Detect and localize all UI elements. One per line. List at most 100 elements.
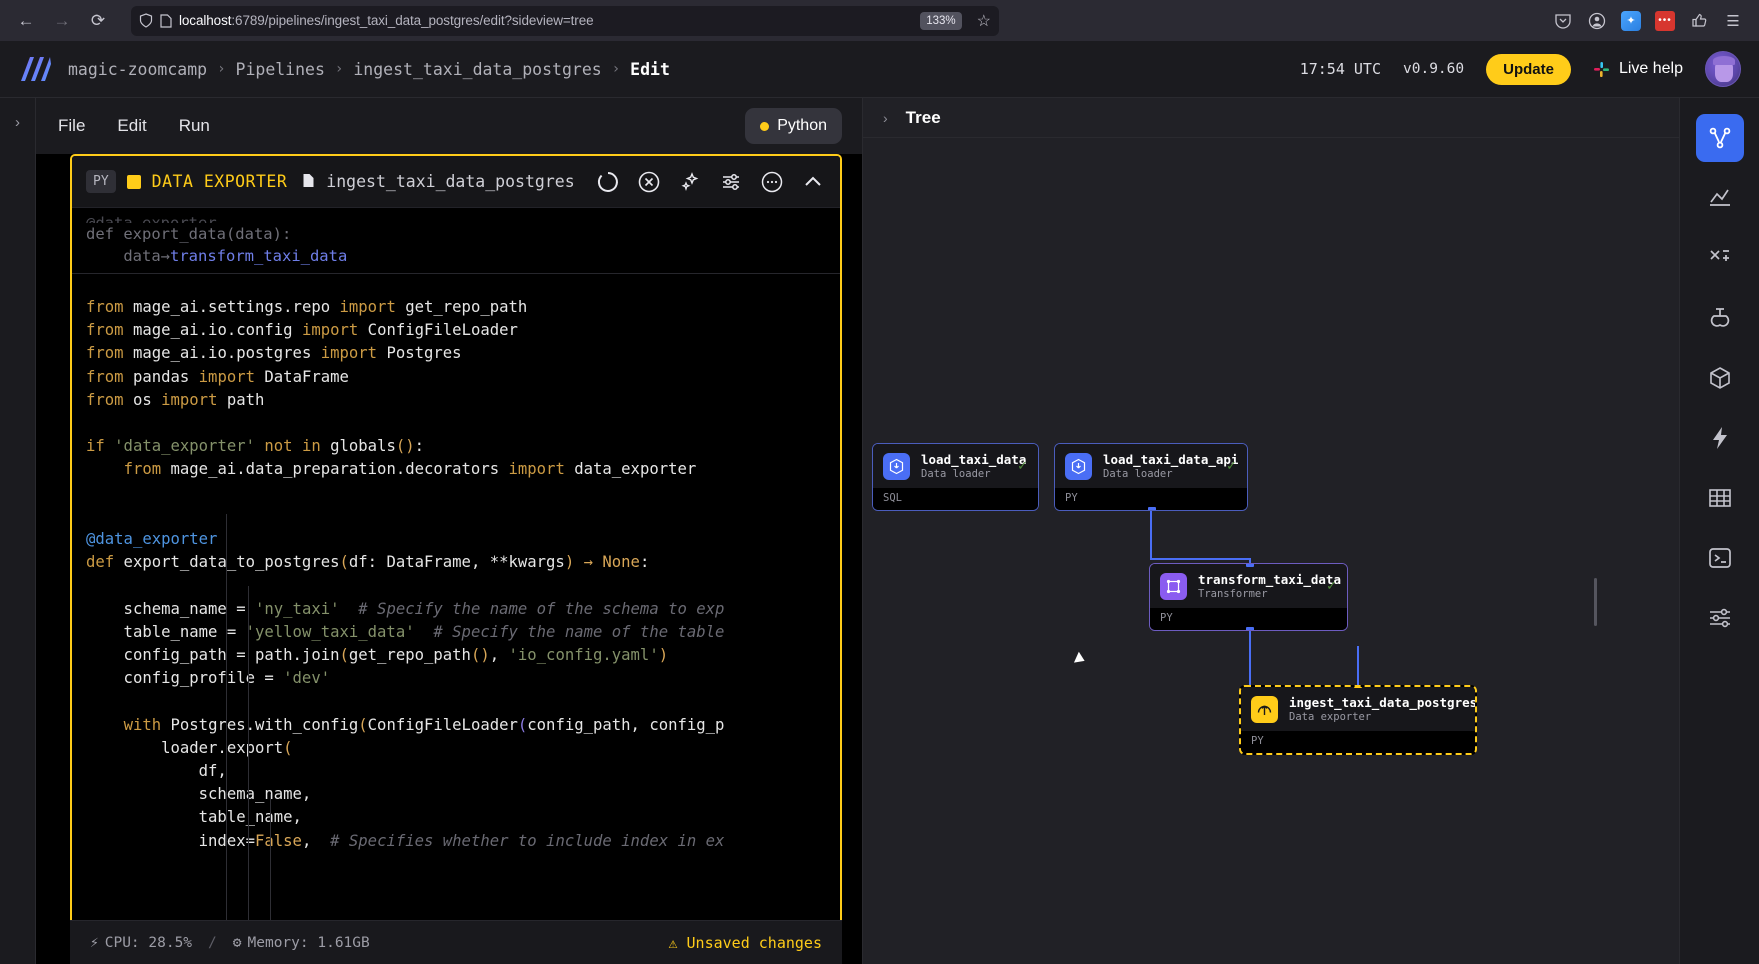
ai-sparkle-icon[interactable]: [677, 169, 703, 195]
cpu-status: ⚡ CPU: 28.5% / ⚙ Memory: 1.61GB: [90, 935, 370, 951]
breadcrumb-separator: ›: [334, 61, 344, 77]
indent-guide: [226, 514, 227, 920]
decorator-clipped-line: @data_exporter: [86, 214, 217, 223]
clock-label: 17:54 UTC: [1299, 60, 1381, 78]
node-input-port[interactable]: [1354, 687, 1362, 688]
canvas-scrollbar[interactable]: [1594, 578, 1597, 626]
power-icon[interactable]: [1696, 414, 1744, 462]
breadcrumb-item-pipeline[interactable]: ingest_taxi_data_postgres: [353, 60, 601, 79]
upstream-label: data: [123, 247, 161, 265]
menu-edit[interactable]: Edit: [117, 116, 146, 136]
lightning-icon: ⚡: [90, 934, 99, 951]
memory-label: Memory: 1.61GB: [247, 934, 370, 951]
code-text[interactable]: from mage_ai.settings.repo import get_re…: [72, 296, 840, 853]
blue-extension-icon[interactable]: ✦: [1621, 10, 1641, 31]
menu-icon[interactable]: ☰: [1723, 11, 1743, 31]
thumbs-up-icon[interactable]: [1689, 11, 1709, 31]
node-header: ingest_taxi_data_postgres Data exporter: [1241, 687, 1475, 731]
pipeline-canvas[interactable]: load_taxi_data Data loader ✓ SQL load_ta…: [863, 138, 1679, 964]
block-actions: [595, 169, 826, 195]
variables-icon[interactable]: [1696, 234, 1744, 282]
upstream-block-link[interactable]: transform_taxi_data: [170, 247, 347, 265]
account-icon[interactable]: [1587, 11, 1607, 31]
breadcrumb-separator: ›: [217, 61, 226, 77]
upstream-arrow: →: [160, 247, 170, 265]
block-settings-icon[interactable]: [718, 169, 744, 195]
node-texts: ingest_taxi_data_postgres Data exporter: [1289, 695, 1477, 723]
node-output-port[interactable]: [1148, 507, 1156, 510]
editor-panel: File Edit Run Python PY DATA EXPORTER in…: [36, 98, 862, 964]
mage-logo[interactable]: [18, 54, 52, 84]
chart-icon[interactable]: [1696, 174, 1744, 222]
block-language-chip: PY: [86, 170, 116, 193]
block-name-label: ingest_taxi_data_postgres: [326, 172, 575, 191]
mouse-cursor: [1073, 651, 1088, 667]
pocket-icon[interactable]: [1553, 11, 1573, 31]
pipeline-node-load-taxi-data-api[interactable]: load_taxi_data_api Data loader ✓ PY: [1054, 443, 1248, 511]
shield-icon: [139, 13, 153, 28]
memory-icon: ⚙: [232, 934, 242, 951]
node-name: load_taxi_data_api: [1103, 452, 1239, 467]
forward-arrow-icon[interactable]: →: [46, 5, 78, 37]
breadcrumb-separator: ›: [611, 61, 621, 77]
pipeline-node-load-taxi-data[interactable]: load_taxi_data Data loader ✓ SQL: [872, 443, 1039, 511]
app-root: ← → ⟳ localhost:6789/pipelines/ingest_ta…: [0, 0, 1759, 964]
node-language: PY: [1241, 731, 1475, 753]
node-language: SQL: [873, 488, 1038, 510]
node-type: Transformer: [1198, 588, 1268, 600]
update-button[interactable]: Update: [1486, 53, 1571, 85]
check-icon: ✓: [1326, 578, 1337, 593]
node-name: ingest_taxi_data_postgres: [1289, 695, 1477, 710]
browser-zoom-badge[interactable]: 133%: [920, 11, 962, 30]
reload-icon[interactable]: ⟳: [82, 5, 114, 37]
file-icon: [302, 173, 315, 191]
user-avatar[interactable]: [1705, 51, 1741, 87]
node-header: load_taxi_data Data loader ✓: [873, 444, 1038, 488]
node-texts: load_taxi_data_api Data loader: [1103, 452, 1239, 480]
block-signature-preview: @data_exporter def export_data(data): da…: [72, 208, 840, 274]
pipeline-tree-icon[interactable]: [1695, 114, 1744, 162]
blocks-cube-icon[interactable]: [1696, 354, 1744, 402]
star-icon[interactable]: ☆: [977, 11, 991, 31]
collapse-icon[interactable]: [800, 169, 826, 195]
unsaved-label: Unsaved changes: [686, 933, 822, 952]
more-options-icon[interactable]: [759, 169, 785, 195]
terminal-icon[interactable]: [1696, 534, 1744, 582]
live-help-label: Live help: [1618, 60, 1683, 77]
settings-sliders-icon[interactable]: [1696, 594, 1744, 642]
page-icon: [160, 13, 172, 28]
tree-header: › Tree: [863, 98, 1679, 138]
chevron-right-icon[interactable]: ›: [883, 110, 888, 126]
edge-loader-to-transform-h: [1150, 558, 1249, 560]
address-bar[interactable]: localhost:6789/pipelines/ingest_taxi_dat…: [131, 5, 999, 36]
node-name: transform_taxi_data: [1198, 572, 1341, 587]
back-arrow-icon[interactable]: ←: [10, 5, 42, 37]
node-output-port[interactable]: [1246, 627, 1254, 630]
menu-run[interactable]: Run: [179, 116, 210, 136]
integrations-icon[interactable]: [1696, 294, 1744, 342]
main-body: › File Edit Run Python PY DATA EXPORTER: [0, 98, 1759, 964]
code-block-container: PY DATA EXPORTER ingest_taxi_data_postgr…: [70, 154, 842, 964]
live-help-link[interactable]: Live help: [1593, 60, 1683, 78]
pipeline-node-ingest-taxi-data-postgres[interactable]: ingest_taxi_data_postgres Data exporter …: [1239, 685, 1477, 755]
check-icon: ✓: [1226, 458, 1237, 473]
stop-block-icon[interactable]: [636, 169, 662, 195]
code-editor[interactable]: from mage_ai.settings.repo import get_re…: [72, 274, 840, 964]
node-input-port[interactable]: [1246, 564, 1254, 567]
pipeline-node-transform-taxi-data[interactable]: transform_taxi_data Transformer ✓ PY: [1149, 563, 1348, 631]
left-sidebar-rail: ›: [0, 98, 36, 964]
expand-sidebar-icon[interactable]: ›: [15, 114, 20, 131]
breadcrumb-item-project[interactable]: magic-zoomcamp: [68, 60, 207, 79]
node-type: Data exporter: [1289, 711, 1372, 723]
app-header: magic-zoomcamp › Pipelines › ingest_taxi…: [0, 41, 1759, 98]
browser-toolbar: ← → ⟳ localhost:6789/pipelines/ingest_ta…: [0, 0, 1759, 41]
menu-file[interactable]: File: [58, 116, 85, 136]
breadcrumb-item-pipelines[interactable]: Pipelines: [236, 60, 325, 79]
function-signature-line: def export_data(data):: [86, 225, 292, 243]
table-icon[interactable]: [1696, 474, 1744, 522]
kernel-selector[interactable]: Python: [745, 108, 842, 144]
kernel-status-dot: [760, 121, 770, 131]
breadcrumb-item-edit[interactable]: Edit: [630, 60, 670, 79]
run-block-icon[interactable]: [595, 169, 621, 195]
red-extension-icon[interactable]: •••: [1655, 10, 1675, 31]
